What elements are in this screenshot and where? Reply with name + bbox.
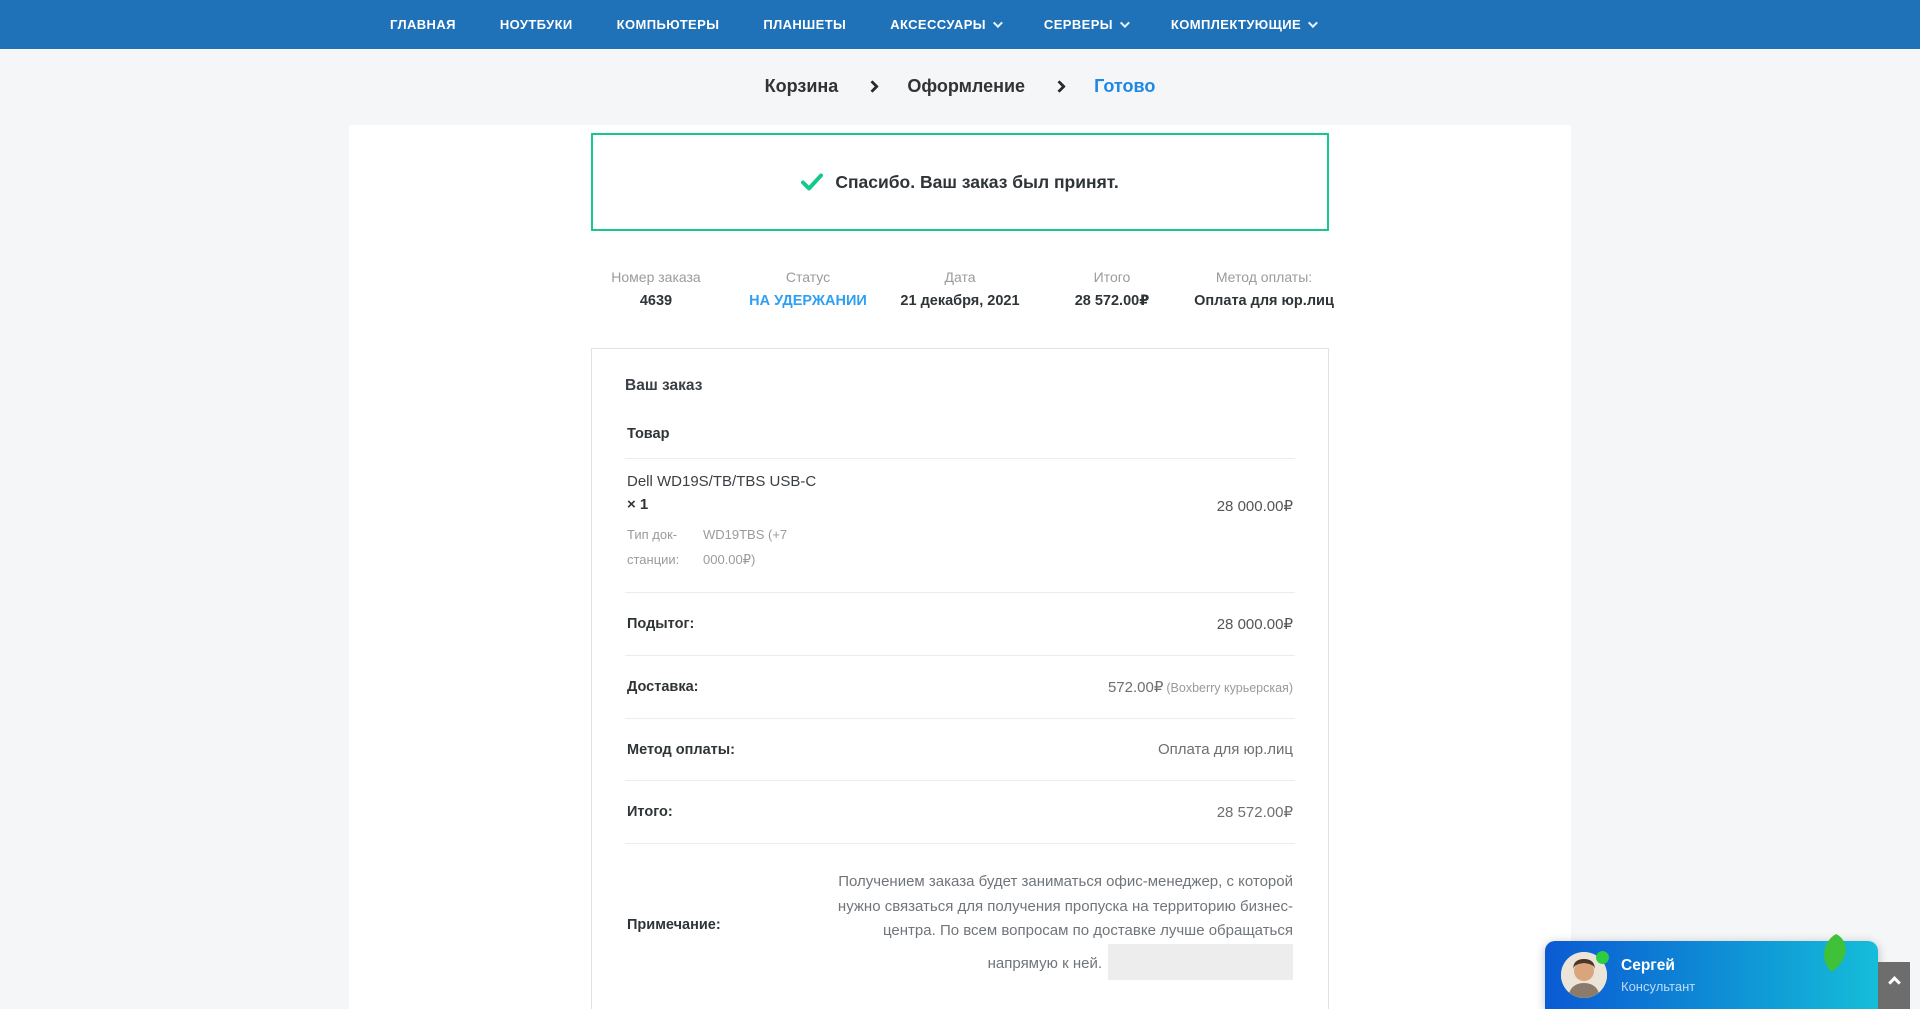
order-date-label: Дата [944, 269, 976, 285]
nav-item-laptops[interactable]: НОУТБУКИ [500, 17, 573, 32]
product-row: Dell WD19S/TB/TBS USB-C × 1 Тип док-стан… [625, 459, 1295, 592]
chevron-down-icon [1119, 18, 1130, 29]
breadcrumb-checkout[interactable]: Оформление [907, 76, 1025, 97]
grand-total-value: 28 572.00₽ [1216, 804, 1293, 821]
chat-texts: Сергей Консультант [1621, 957, 1695, 994]
main-nav: ГЛАВНАЯ НОУТБУКИ КОМПЬЮТЕРЫ ПЛАНШЕТЫ АКС… [0, 0, 1920, 49]
order-box-title: Ваш заказ [625, 377, 703, 394]
nav-item-computers[interactable]: КОМПЬЮТЕРЫ [617, 17, 720, 32]
note-label: Примечание: [627, 916, 721, 933]
nav-item-tablets[interactable]: ПЛАНШЕТЫ [763, 17, 846, 32]
subtotal-value: 28 000.00₽ [1216, 616, 1293, 633]
note-row: Примечание: Получением заказа будет зани… [625, 844, 1295, 988]
nav-item-servers[interactable]: СЕРВЕРЫ [1043, 17, 1130, 32]
nav-item-components[interactable]: КОМПЛЕКТУЮЩИЕ [1170, 17, 1318, 32]
order-number-value: 4639 [639, 293, 673, 309]
payment-method-label: Метод оплаты: [627, 741, 735, 758]
product-price: 28 000.00₽ [1216, 498, 1293, 515]
product-variation: Тип док-станции: WD19TBS (+7 000.00₽) [627, 522, 816, 572]
breadcrumb-done: Готово [1094, 76, 1156, 96]
breadcrumb: Корзина Оформление Готово [0, 49, 1920, 109]
chevron-up-icon [1887, 976, 1901, 989]
payment-method-value: Оплата для юр.лиц [1157, 741, 1293, 758]
payment-method-row: Метод оплаты: Оплата для юр.лиц [625, 719, 1295, 780]
product-cell: Dell WD19S/TB/TBS USB-C × 1 Тип док-стан… [627, 471, 816, 572]
success-message: Спасибо. Ваш заказ был принят. [835, 171, 1119, 192]
leaf-icon [1824, 934, 1846, 972]
check-icon [801, 173, 824, 191]
nav-item-label: КОМПЛЕКТУЮЩИЕ [1170, 17, 1302, 32]
nav-item-accessories[interactable]: АКСЕССУАРЫ [890, 17, 1003, 32]
grand-total-row: Итого: 28 572.00₽ [625, 781, 1295, 843]
nav-item-label: ГЛАВНАЯ [390, 17, 456, 32]
order-date-block: Дата 21 декабря, 2021 [884, 269, 1036, 309]
variation-label: Тип док-станции: [627, 527, 680, 567]
consultant-avatar [1561, 951, 1609, 998]
subtotal-row: Подытог: 28 000.00₽ [625, 593, 1295, 655]
order-meta: Номер заказа 4639 Статус НА УДЕРЖАНИИ Да… [580, 269, 1340, 309]
scroll-to-top-button[interactable] [1878, 962, 1910, 1009]
variation-value: WD19TBS (+7 000.00₽) [703, 527, 788, 567]
nav-item-home[interactable]: ГЛАВНАЯ [390, 17, 456, 32]
chevron-right-icon [866, 80, 880, 93]
order-payment-value: Оплата для юр.лиц [1194, 293, 1334, 309]
nav-item-label: АКСЕССУАРЫ [890, 17, 986, 32]
order-status-label: Статус [785, 269, 831, 285]
note-text: Получением заказа будет заниматься офис-… [825, 870, 1293, 980]
product-quantity: × 1 [627, 496, 649, 513]
order-number-label: Номер заказа [611, 269, 701, 285]
shipping-value: 572.00₽ (Boxberry курьерская) [1107, 679, 1293, 696]
shipping-row: Доставка: 572.00₽ (Boxberry курьерская) [625, 656, 1295, 718]
nav-item-label: СЕРВЕРЫ [1043, 17, 1113, 32]
chevron-down-icon [992, 18, 1003, 29]
nav-item-label: ПЛАНШЕТЫ [763, 17, 847, 32]
breadcrumb-cart[interactable]: Корзина [765, 76, 839, 97]
consultant-role: Консультант [1621, 978, 1696, 994]
product-name: Dell WD19S/TB/TBS USB-C [627, 473, 817, 490]
order-status-block: Статус НА УДЕРЖАНИИ [732, 269, 884, 309]
redacted-text [1108, 943, 1293, 980]
order-number-block: Номер заказа 4639 [580, 269, 732, 309]
shipping-method-note: (Boxberry курьерская) [1166, 681, 1293, 695]
grand-total-label: Итого: [627, 804, 673, 820]
order-total-label: Итого [1093, 269, 1131, 285]
order-payment-label: Метод оплаты: [1215, 269, 1313, 285]
chevron-down-icon [1308, 18, 1318, 29]
order-payment-block: Метод оплаты: Оплата для юр.лиц [1188, 269, 1340, 309]
subtotal-label: Подытог: [627, 616, 695, 632]
order-details-box: Ваш заказ Товар Dell WD19S/TB/TBS USB-C … [591, 348, 1329, 1009]
order-date-value: 21 декабря, 2021 [900, 293, 1020, 309]
nav-item-label: НОУТБУКИ [499, 17, 573, 32]
shipping-label: Доставка: [627, 679, 699, 695]
chat-widget[interactable]: Сергей Консультант [1545, 934, 1878, 1009]
online-status-dot [1596, 951, 1609, 964]
chevron-right-icon [1053, 80, 1066, 93]
order-total-block: Итого 28 572.00₽ [1036, 269, 1188, 309]
order-total-value: 28 572.00₽ [1074, 293, 1150, 309]
table-header-product: Товар [627, 426, 670, 442]
order-success-banner: Спасибо. Ваш заказ был принят. [591, 133, 1329, 231]
consultant-name: Сергей [1621, 956, 1675, 974]
nav-item-label: КОМПЬЮТЕРЫ [616, 17, 720, 32]
main-content-card: Спасибо. Ваш заказ был принят. Номер зак… [349, 125, 1571, 1009]
order-status-value: НА УДЕРЖАНИИ [749, 293, 867, 309]
main-nav-inner: ГЛАВНАЯ НОУТБУКИ КОМПЬЮТЕРЫ ПЛАНШЕТЫ АКС… [375, 0, 1545, 49]
